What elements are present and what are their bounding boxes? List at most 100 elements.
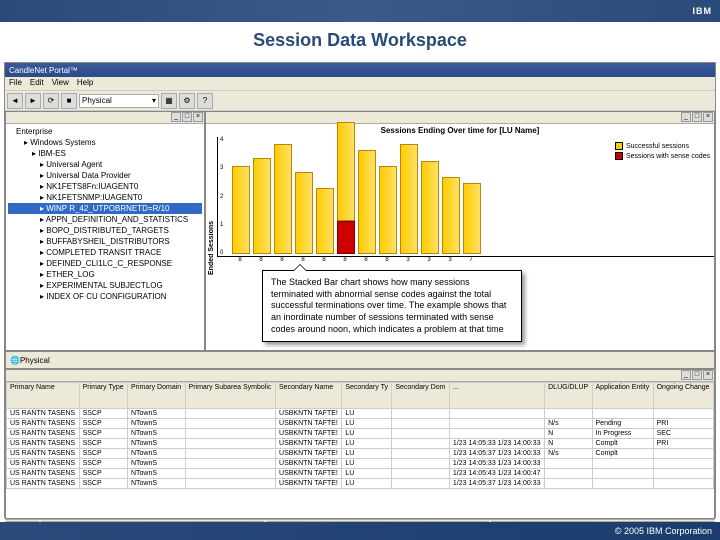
- legend-item: Successful sessions: [615, 142, 710, 150]
- top-banner: IBM: [0, 0, 720, 22]
- tree-item[interactable]: ▸ NK1FETS8Fn:IUAGENT0: [8, 181, 202, 192]
- copyright: © 2005 IBM Corporation: [615, 526, 712, 536]
- tree-item[interactable]: ▸ Windows Systems: [8, 137, 202, 148]
- menu-help[interactable]: Help: [77, 78, 93, 89]
- bar: [316, 188, 334, 254]
- table-row[interactable]: US RANTN TASENSSSCPNTownSUSBKNTN TAFTE!L…: [7, 479, 714, 489]
- menu-edit[interactable]: Edit: [30, 78, 44, 89]
- column-header[interactable]: Secondary Name: [276, 383, 342, 409]
- chart-pane-controls: _ □ ×: [206, 112, 714, 124]
- tb-help-icon[interactable]: ?: [197, 93, 213, 109]
- pane-max-icon[interactable]: □: [692, 112, 702, 122]
- tree-item[interactable]: ▸ COMPLETED TRANSIT TRACE: [8, 247, 202, 258]
- pane-close-icon[interactable]: ×: [193, 112, 203, 122]
- pane-min-icon[interactable]: _: [681, 112, 691, 122]
- pane-min-icon[interactable]: _: [171, 112, 181, 122]
- chart-legend: Successful sessions Sessions with sense …: [615, 142, 710, 162]
- tree-item[interactable]: ▸ WINP R_42_UTPOBRNETD=R/10: [8, 203, 202, 214]
- pane-close-icon[interactable]: ×: [703, 112, 713, 122]
- slide-title: Session Data Workspace: [0, 22, 720, 55]
- navigator-tree[interactable]: Enterprise▸ Windows Systems▸ IBM-ES▸ Uni…: [6, 124, 204, 304]
- ibm-logo: IBM: [693, 6, 713, 16]
- table-row[interactable]: US RANTN TASENSSSCPNTownSUSBKNTN TAFTE!L…: [7, 439, 714, 449]
- callout-annotation: The Stacked Bar chart shows how many ses…: [262, 270, 522, 342]
- table-row[interactable]: US RANTN TASENSSSCPNTownSUSBKNTN TAFTE!L…: [7, 419, 714, 429]
- globe-icon: 🌐: [10, 356, 20, 365]
- tree-item[interactable]: ▸ Universal Agent: [8, 159, 202, 170]
- column-header[interactable]: Secondary Dom: [392, 383, 450, 409]
- app-title: CandleNet Portal™: [9, 66, 78, 75]
- bar: [253, 158, 271, 254]
- pane-max-icon[interactable]: □: [182, 112, 192, 122]
- legend-swatch-red: [615, 152, 623, 160]
- tree-item[interactable]: ▸ Universal Data Provider: [8, 170, 202, 181]
- tree-item[interactable]: ▸ EXPERIMENTAL SUBJECTLOG: [8, 280, 202, 291]
- tree-item[interactable]: ▸ ETHER_LOG: [8, 269, 202, 280]
- legend-item: Sessions with sense codes: [615, 152, 710, 160]
- tb-nav-fwd[interactable]: ►: [25, 93, 41, 109]
- tb-stop-icon[interactable]: ■: [61, 93, 77, 109]
- legend-label-1: Sessions with sense codes: [626, 153, 710, 160]
- tree-item[interactable]: ▸ IBM-ES: [8, 148, 202, 159]
- legend-label-0: Successful sessions: [626, 143, 689, 150]
- slide-area: Session Data Workspace CandleNet Portal™…: [0, 22, 720, 522]
- physical-tab-label: Physical: [20, 356, 50, 365]
- table-row[interactable]: US RANTN TASENSSSCPNTownSUSBKNTN TAFTE!L…: [7, 409, 714, 419]
- menubar: File Edit View Help: [5, 77, 715, 91]
- bar: [463, 183, 481, 255]
- tree-item[interactable]: Enterprise: [8, 126, 202, 137]
- tree-item[interactable]: ▸ NK1FETSNMP:IUAGENT0: [8, 192, 202, 203]
- footer: © 2005 IBM Corporation: [0, 522, 720, 540]
- table-pane: _ □ × Primary NamePrimary TypePrimary Do…: [5, 369, 715, 519]
- column-header[interactable]: ...: [449, 383, 544, 409]
- bar: [337, 122, 355, 254]
- bar: [274, 144, 292, 254]
- column-header[interactable]: Application Entity: [592, 383, 653, 409]
- bar: [442, 177, 460, 254]
- tree-item[interactable]: ▸ BUFFABYSHEIL_DISTRIBUTORS: [8, 236, 202, 247]
- column-header[interactable]: Primary Name: [7, 383, 80, 409]
- table-row[interactable]: US RANTN TASENSSSCPNTownSUSBKNTN TAFTE!L…: [7, 459, 714, 469]
- legend-swatch-yellow: [615, 142, 623, 150]
- column-header[interactable]: DLUG/DLUP: [545, 383, 592, 409]
- tb-nav-back[interactable]: ◄: [7, 93, 23, 109]
- tree-item[interactable]: ▸ INDEX OF CU CONFIGURATION: [8, 291, 202, 302]
- table-row[interactable]: US RANTN TASENSSSCPNTownSUSBKNTN TAFTE!L…: [7, 449, 714, 459]
- session-table[interactable]: Primary NamePrimary TypePrimary DomainPr…: [6, 382, 714, 489]
- tb-refresh-icon[interactable]: ⟳: [43, 93, 59, 109]
- chart-ylabel: Ended Sessions: [206, 137, 217, 277]
- physical-tab[interactable]: 🌐 Physical: [5, 351, 715, 369]
- tree-item[interactable]: ▸ DEFINED_CLI1LC_C_RESPONSE: [8, 258, 202, 269]
- table-row[interactable]: US RANTN TASENSSSCPNTownSUSBKNTN TAFTE!L…: [7, 429, 714, 439]
- column-header[interactable]: Secondary Ty: [342, 383, 392, 409]
- bar: [379, 166, 397, 254]
- tb-chart-icon[interactable]: ▦: [161, 93, 177, 109]
- chart-title: Sessions Ending Over time for [LU Name]: [206, 124, 714, 137]
- menu-view[interactable]: View: [52, 78, 69, 89]
- column-header[interactable]: Primary Subarea Symbolic: [185, 383, 275, 409]
- view-selector[interactable]: Physical ▾: [79, 94, 159, 108]
- bar: [358, 150, 376, 255]
- bar: [295, 172, 313, 255]
- table-row[interactable]: US RANTN TASENSSSCPNTownSUSBKNTN TAFTE!L…: [7, 469, 714, 479]
- pane-min-icon[interactable]: _: [681, 370, 691, 380]
- bar: [232, 166, 250, 254]
- tb-settings-icon[interactable]: ⚙: [179, 93, 195, 109]
- chevron-down-icon: ▾: [152, 96, 156, 105]
- pane-close-icon[interactable]: ×: [703, 370, 713, 380]
- pane-controls: _ □ ×: [6, 112, 204, 124]
- column-header[interactable]: Ongoing Change: [653, 383, 713, 409]
- tree-item[interactable]: ▸ BOPO_DISTRIBUTED_TARGETS: [8, 225, 202, 236]
- view-selector-value: Physical: [82, 96, 112, 105]
- column-header[interactable]: Primary Domain: [127, 383, 185, 409]
- menu-file[interactable]: File: [9, 78, 22, 89]
- app-window: CandleNet Portal™ File Edit View Help ◄ …: [4, 62, 716, 518]
- bar: [400, 144, 418, 254]
- navigator-pane: _ □ × Enterprise▸ Windows Systems▸ IBM-E…: [5, 111, 205, 351]
- table-pane-controls: _ □ ×: [6, 370, 714, 382]
- tree-item[interactable]: ▸ APPN_DEFINITION_AND_STATISTICS: [8, 214, 202, 225]
- chart-xticks: 888888883337: [217, 257, 714, 263]
- bar: [421, 161, 439, 255]
- column-header[interactable]: Primary Type: [79, 383, 127, 409]
- pane-max-icon[interactable]: □: [692, 370, 702, 380]
